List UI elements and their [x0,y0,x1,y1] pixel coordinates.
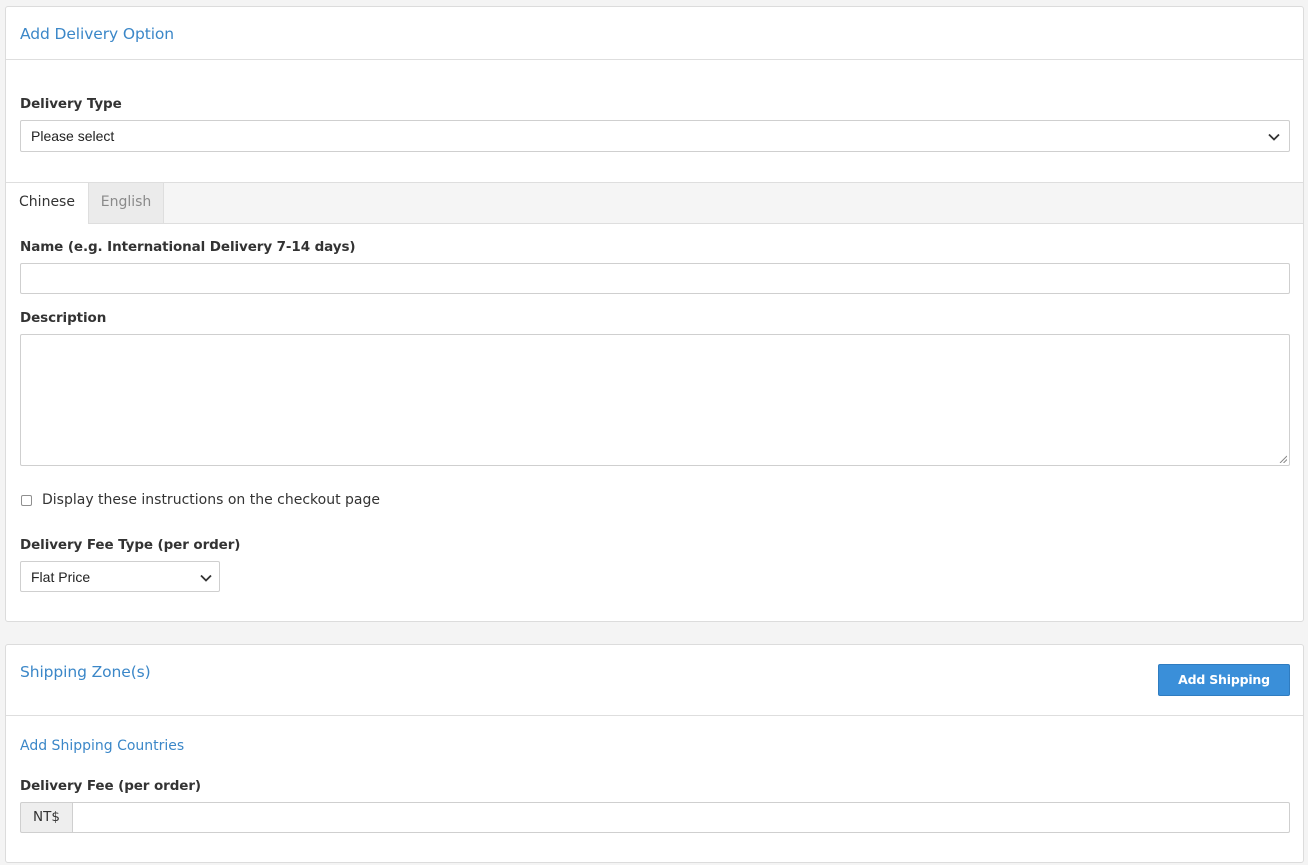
description-textarea[interactable] [20,334,1290,466]
delivery-fee-label: Delivery Fee (per order) [20,778,201,794]
display-instructions-label: Display these instructions on the checko… [42,492,380,508]
language-tabs: Chinese English [6,182,1303,224]
name-input[interactable] [20,263,1290,294]
delivery-type-select[interactable]: Please select [20,120,1290,152]
chevron-down-icon [1268,133,1280,141]
add-shipping-zone-button[interactable]: Add Shipping Zone [1158,664,1290,716]
fee-type-label: Delivery Fee Type (per order) [20,537,241,553]
shipping-zones-panel: Shipping Zone(s) Add Shipping Zone Add S… [5,644,1304,863]
divider [6,715,1303,716]
currency-addon: NT$ [20,802,73,833]
fee-type-select[interactable]: Flat Price [20,561,220,592]
panel-title: Add Delivery Option [20,25,175,43]
delivery-fee-input[interactable] [72,802,1290,833]
fee-type-value: Flat Price [31,569,91,585]
chevron-down-icon [200,574,212,582]
display-instructions-checkbox[interactable] [21,495,32,506]
resize-handle-icon[interactable] [1279,455,1287,463]
divider [6,59,1303,60]
name-label: Name (e.g. International Delivery 7-14 d… [20,239,356,255]
add-delivery-option-panel: Add Delivery Option Delivery Type Please… [5,6,1304,622]
delivery-type-label: Delivery Type [20,96,122,112]
panel-title: Shipping Zone(s) [20,663,151,681]
tab-english[interactable]: English [88,183,164,223]
description-label: Description [20,310,107,326]
add-shipping-countries-link[interactable]: Add Shipping Countries [20,738,184,754]
delivery-type-value: Please select [31,128,115,144]
tab-chinese[interactable]: Chinese [6,183,88,224]
